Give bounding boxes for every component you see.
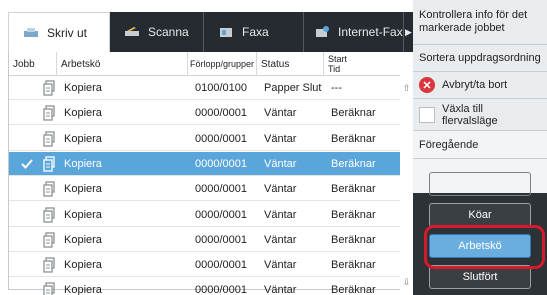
- table-row[interactable]: Kopiera 0000/0001 Väntar Beräknar: [9, 151, 400, 176]
- row-workflow: Kopiera: [64, 82, 102, 94]
- sort-order-item[interactable]: Sortera uppdragsordning: [413, 45, 547, 72]
- row-start: Beräknar: [331, 208, 376, 221]
- row-progress: 0000/0001: [195, 208, 247, 221]
- job-status-screen: Skriv ut Scanna Faxa Internet-Fax ▶ Jobb…: [0, 0, 547, 295]
- row-start: Beräknar: [331, 157, 376, 170]
- row-status: Väntar: [264, 157, 297, 170]
- row-workflow: Kopiera: [64, 132, 102, 145]
- queue-button[interactable]: Köar: [429, 203, 531, 227]
- copy-job-icon: [43, 181, 55, 197]
- tab-print[interactable]: Skriv ut: [8, 12, 110, 52]
- row-status: Väntar: [264, 183, 297, 196]
- chevron-right-icon: ▶: [405, 26, 412, 37]
- row-progress: 0000/0001: [195, 107, 247, 120]
- check-icon: [21, 159, 33, 169]
- row-workflow: Kopiera: [64, 183, 102, 196]
- col-progress[interactable]: Förlopp/grupper: [188, 52, 257, 76]
- scroll-up-icon[interactable]: ⇧: [401, 82, 412, 94]
- previous-item[interactable]: Föregående: [413, 131, 547, 159]
- col-job[interactable]: Jobb: [9, 52, 57, 76]
- tab-print-label: Skriv ut: [47, 25, 88, 40]
- job-table: Jobb Arbetskö Förlopp/grupper Status Sta…: [8, 52, 401, 295]
- row-workflow: Kopiera: [64, 284, 102, 295]
- row-progress: 0000/0001: [195, 157, 247, 170]
- table-row[interactable]: Kopiera 0000/0001 Väntar Beräknar: [9, 177, 400, 202]
- copy-job-icon: [43, 130, 55, 147]
- row-progress: 0000/0001: [195, 284, 247, 295]
- cancel-icon: ✕: [419, 77, 435, 93]
- tab-fax-label: Faxa: [242, 25, 269, 39]
- table-row[interactable]: Kopiera 0000/0001 Väntar Beräknar: [9, 253, 400, 278]
- table-row[interactable]: Kopiera 0000/0001 Väntar Beräknar: [9, 228, 400, 252]
- row-workflow: Kopiera: [64, 208, 102, 221]
- row-status: Väntar: [264, 107, 297, 120]
- fax-icon: [220, 28, 232, 37]
- row-status: Väntar: [264, 208, 297, 221]
- cancel-delete-item[interactable]: ✕ Avbryt/ta bort: [413, 72, 547, 99]
- table-row[interactable]: Kopiera 0000/0001 Väntar Beräknar: [9, 101, 400, 126]
- row-start: Beräknar: [331, 259, 376, 272]
- row-progress: 0000/0001: [195, 259, 247, 272]
- row-workflow: Kopiera: [64, 233, 102, 246]
- tab-scan-label: Scanna: [148, 25, 189, 39]
- tab-internet-fax-label: Internet-Fax: [338, 25, 403, 39]
- switch-mode-label: Växla till flervalsläge: [442, 102, 498, 127]
- row-status: Papper Slut: [264, 82, 322, 94]
- more-tabs-button[interactable]: ▶: [404, 12, 413, 52]
- row-progress: 0100/0100: [195, 82, 247, 94]
- row-workflow: Kopiera: [64, 157, 102, 170]
- cancel-delete-label: Avbryt/ta bort: [442, 79, 508, 91]
- col-status[interactable]: Status: [257, 52, 324, 76]
- row-status: Väntar: [264, 132, 297, 145]
- checkbox-icon[interactable]: [419, 106, 435, 123]
- row-status: Väntar: [264, 284, 297, 295]
- internet-fax-icon: [316, 26, 329, 37]
- row-status: Väntar: [264, 259, 297, 272]
- copy-job-icon: [43, 156, 55, 172]
- table-header: Jobb Arbetskö Förlopp/grupper Status Sta…: [9, 52, 400, 76]
- table-row[interactable]: Kopiera 0000/0001 Väntar Beräknar: [9, 278, 400, 295]
- copy-job-icon: [43, 206, 55, 223]
- switch-mode-item[interactable]: Växla till flervalsläge: [413, 99, 547, 131]
- row-start: Beräknar: [331, 284, 376, 295]
- mode-tabs: Skriv ut Scanna Faxa Internet-Fax ▶: [8, 12, 413, 52]
- row-workflow: Kopiera: [64, 259, 102, 272]
- row-start: Beräknar: [331, 107, 376, 120]
- highlight-frame: [424, 225, 545, 269]
- row-start: ---: [331, 82, 342, 94]
- row-start: Beräknar: [331, 183, 376, 196]
- col-start-line1: Start: [328, 54, 348, 64]
- copy-job-icon: [43, 232, 55, 248]
- col-workflow[interactable]: Arbetskö: [57, 52, 188, 76]
- scroll-down-icon[interactable]: ⇩: [401, 276, 412, 288]
- copy-job-icon: [43, 80, 55, 96]
- table-row[interactable]: Kopiera 0000/0001 Väntar Beräknar: [9, 203, 400, 227]
- table-row[interactable]: Kopiera 0100/0100 Papper Slut ---: [9, 76, 400, 100]
- row-progress: 0000/0001: [195, 233, 247, 246]
- row-start: Beräknar: [331, 132, 376, 145]
- scanner-icon: [125, 27, 139, 36]
- table-row[interactable]: Kopiera 0000/0001 Väntar Beräknar: [9, 127, 400, 151]
- check-info-item[interactable]: Kontrollera info för det markerade jobbe…: [413, 0, 547, 45]
- row-workflow: Kopiera: [64, 107, 102, 120]
- copy-job-icon: [43, 105, 55, 121]
- row-status: Väntar: [264, 233, 297, 246]
- copy-job-icon: [43, 282, 55, 295]
- row-progress: 0000/0001: [195, 183, 247, 196]
- row-progress: 0000/0001: [195, 132, 247, 145]
- col-start-line2: Tid: [328, 64, 341, 74]
- copy-job-icon: [43, 257, 55, 273]
- table-scrollbar[interactable]: ⇧ ⇩: [400, 52, 413, 290]
- tab-internet-fax[interactable]: Internet-Fax: [304, 12, 404, 52]
- hidden-button-slot: [429, 172, 531, 196]
- printer-icon: [24, 27, 38, 37]
- row-start: Beräknar: [331, 233, 376, 246]
- tab-scan[interactable]: Scanna: [110, 12, 204, 52]
- tab-fax[interactable]: Faxa: [204, 12, 304, 52]
- col-start-time[interactable]: Start Tid: [324, 52, 400, 76]
